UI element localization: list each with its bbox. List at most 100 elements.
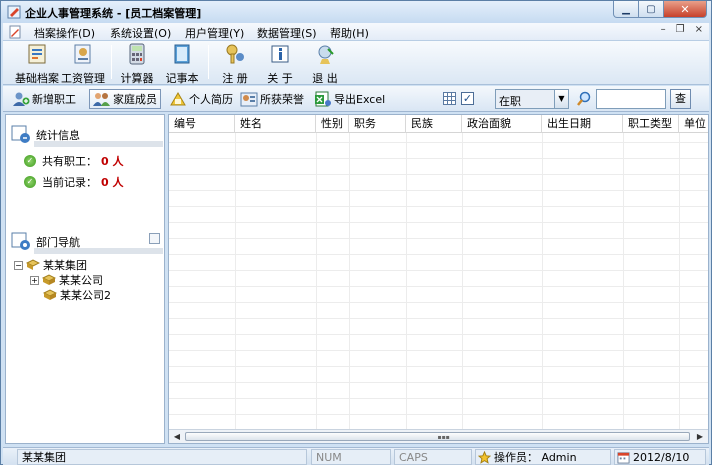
family-members-label: 家庭成员 xyxy=(113,93,157,106)
col-header-name[interactable]: 姓名 xyxy=(235,115,316,133)
maximize-icon: ▢ xyxy=(646,3,656,15)
col-header-ethnicity[interactable]: 民族 xyxy=(406,115,462,133)
honors-icon xyxy=(240,92,258,107)
exit-button[interactable]: 退 出 xyxy=(306,43,344,86)
left-panel: 统计信息 ✓ 共有职工： 0 人 ✓ 当前记录： 0 人 部门导航 − 某某集团 xyxy=(5,114,165,444)
calculator-icon xyxy=(129,43,145,65)
status-date: 2012/8/10 xyxy=(614,449,706,465)
tree-node-company-2[interactable]: 某某公司2 xyxy=(43,287,111,303)
register-label: 注 册 xyxy=(222,72,248,85)
honors-button[interactable]: 所获荣誉 xyxy=(237,89,307,109)
mdi-restore-icon[interactable]: ❐ xyxy=(676,24,685,35)
add-employee-button[interactable]: 新增职工 xyxy=(9,89,79,109)
family-icon xyxy=(93,93,110,106)
minimize-icon: ▁ xyxy=(622,3,630,15)
col-header-gender[interactable]: 性别 xyxy=(316,115,349,133)
stat-current-label: 当前记录： xyxy=(42,176,97,189)
resume-button[interactable]: 个人简历 xyxy=(166,89,236,109)
grid-header: 编号 姓名 性别 职务 民族 政治面貌 出生日期 职工类型 单位 xyxy=(169,115,708,133)
status-dept: 某某集团 xyxy=(17,449,307,465)
scroll-thumb[interactable]: ▪▪▪ xyxy=(185,432,690,441)
archive-icon xyxy=(28,44,46,64)
status-num: NUM xyxy=(311,449,391,465)
stat-total: ✓ 共有职工： 0 人 xyxy=(24,153,123,169)
folder-icon xyxy=(26,259,40,270)
status-operator: 操作员： Admin xyxy=(475,449,611,465)
calendar-icon xyxy=(617,452,630,464)
status-date-text: 2012/8/10 xyxy=(633,451,690,464)
menu-settings[interactable]: 系统设置(O) xyxy=(110,25,171,41)
resume-icon xyxy=(170,92,186,106)
add-user-icon xyxy=(13,92,30,106)
stat-total-value: 0 人 xyxy=(101,155,124,168)
action-toolbar: 新增职工 家庭成员 个人简历 所获荣誉 导出Excel ✓ 在职 ▼ 查 xyxy=(3,86,709,112)
app-window: 企业人事管理系统 - [员工档案管理] ▁ ▢ ✕ 档案操作(D) 系统设置(O… xyxy=(0,0,712,465)
scroll-left-icon[interactable]: ◀ xyxy=(171,431,183,442)
menu-bar: 档案操作(D) 系统设置(O) 用户管理(Y) 数据管理(S) 帮助(H) – … xyxy=(3,23,709,41)
about-label: 关 于 xyxy=(267,72,293,85)
excel-icon xyxy=(315,91,331,107)
expand-icon[interactable]: + xyxy=(30,275,39,285)
honors-label: 所获荣誉 xyxy=(260,93,304,106)
dept-section-header: 部门导航 xyxy=(8,228,163,254)
col-header-position[interactable]: 职务 xyxy=(349,115,406,133)
dept-checkbox[interactable] xyxy=(149,233,160,244)
col-header-unit[interactable]: 单位 xyxy=(679,115,708,133)
key-icon xyxy=(226,44,244,64)
app-icon xyxy=(7,5,21,19)
close-button[interactable]: ✕ xyxy=(664,1,707,18)
stats-icon xyxy=(11,125,30,143)
resume-label: 个人简历 xyxy=(189,93,233,106)
folder-icon xyxy=(42,274,56,285)
check-icon: ✓ xyxy=(24,176,36,188)
col-header-id[interactable]: 编号 xyxy=(169,115,235,133)
export-excel-button[interactable]: 导出Excel xyxy=(311,89,388,109)
about-button[interactable]: 关 于 xyxy=(261,43,299,86)
menu-data[interactable]: 数据管理(S) xyxy=(257,25,317,41)
calculator-label: 计算器 xyxy=(120,72,154,85)
chevron-down-icon[interactable]: ▼ xyxy=(554,90,568,108)
window-title: 企业人事管理系统 - [员工档案管理] xyxy=(25,7,202,20)
search-button[interactable]: 查 xyxy=(670,89,691,109)
title-bar: 企业人事管理系统 - [员工档案管理] ▁ ▢ ✕ xyxy=(1,1,711,23)
mdi-close-icon[interactable]: × xyxy=(695,24,703,35)
department-icon xyxy=(11,232,30,250)
status-select-value: 在职 xyxy=(499,95,521,108)
basic-archive-label: 基础档案 xyxy=(15,72,59,85)
tree-node-company-1[interactable]: + 某某公司 xyxy=(30,272,103,288)
family-members-button[interactable]: 家庭成员 xyxy=(89,89,161,109)
export-excel-label: 导出Excel xyxy=(334,93,386,106)
horizontal-scrollbar[interactable]: ◀ ▪▪▪ ▶ xyxy=(169,429,708,443)
status-caps: CAPS xyxy=(394,449,472,465)
register-button[interactable]: 注 册 xyxy=(216,43,254,86)
collapse-icon[interactable]: − xyxy=(14,260,23,270)
filter-checkbox[interactable]: ✓ xyxy=(461,92,474,105)
salary-icon xyxy=(74,44,91,64)
menu-users[interactable]: 用户管理(Y) xyxy=(185,25,244,41)
minimize-button[interactable]: ▁ xyxy=(613,1,639,18)
notepad-button[interactable]: 记事本 xyxy=(163,43,201,86)
col-header-politics[interactable]: 政治面貌 xyxy=(462,115,542,133)
basic-archive-button[interactable]: 基础档案 xyxy=(15,43,59,86)
tree-root-label: 某某集团 xyxy=(43,259,87,272)
scroll-right-icon[interactable]: ▶ xyxy=(694,431,706,442)
notepad-label: 记事本 xyxy=(165,72,199,85)
menu-archive[interactable]: 档案操作(D) xyxy=(34,25,95,41)
col-header-type[interactable]: 职工类型 xyxy=(623,115,679,133)
salary-button[interactable]: 工资管理 xyxy=(61,43,105,86)
calculator-button[interactable]: 计算器 xyxy=(118,43,156,86)
employee-grid: 编号 姓名 性别 职务 民族 政治面貌 出生日期 职工类型 单位 ◀ ▪▪▪ ▶ xyxy=(168,114,709,444)
mdi-minimize-icon[interactable]: – xyxy=(661,24,666,35)
menu-help[interactable]: 帮助(H) xyxy=(330,25,369,41)
col-header-birthdate[interactable]: 出生日期 xyxy=(542,115,623,133)
exit-icon xyxy=(318,45,334,64)
main-toolbar: 基础档案 工资管理 计算器 记事本 注 册 关 于 退 出 xyxy=(3,41,709,85)
grid-body[interactable] xyxy=(169,133,708,430)
search-input[interactable] xyxy=(596,89,666,109)
exit-label: 退 出 xyxy=(312,72,338,85)
maximize-button[interactable]: ▢ xyxy=(639,1,664,18)
status-bar: 某某集团 NUM CAPS 操作员： Admin 2012/8/10 xyxy=(3,447,709,465)
grid-view-icon[interactable] xyxy=(443,92,456,105)
tree-node-root[interactable]: − 某某集团 xyxy=(14,257,87,273)
status-select[interactable]: 在职 ▼ xyxy=(495,89,569,109)
